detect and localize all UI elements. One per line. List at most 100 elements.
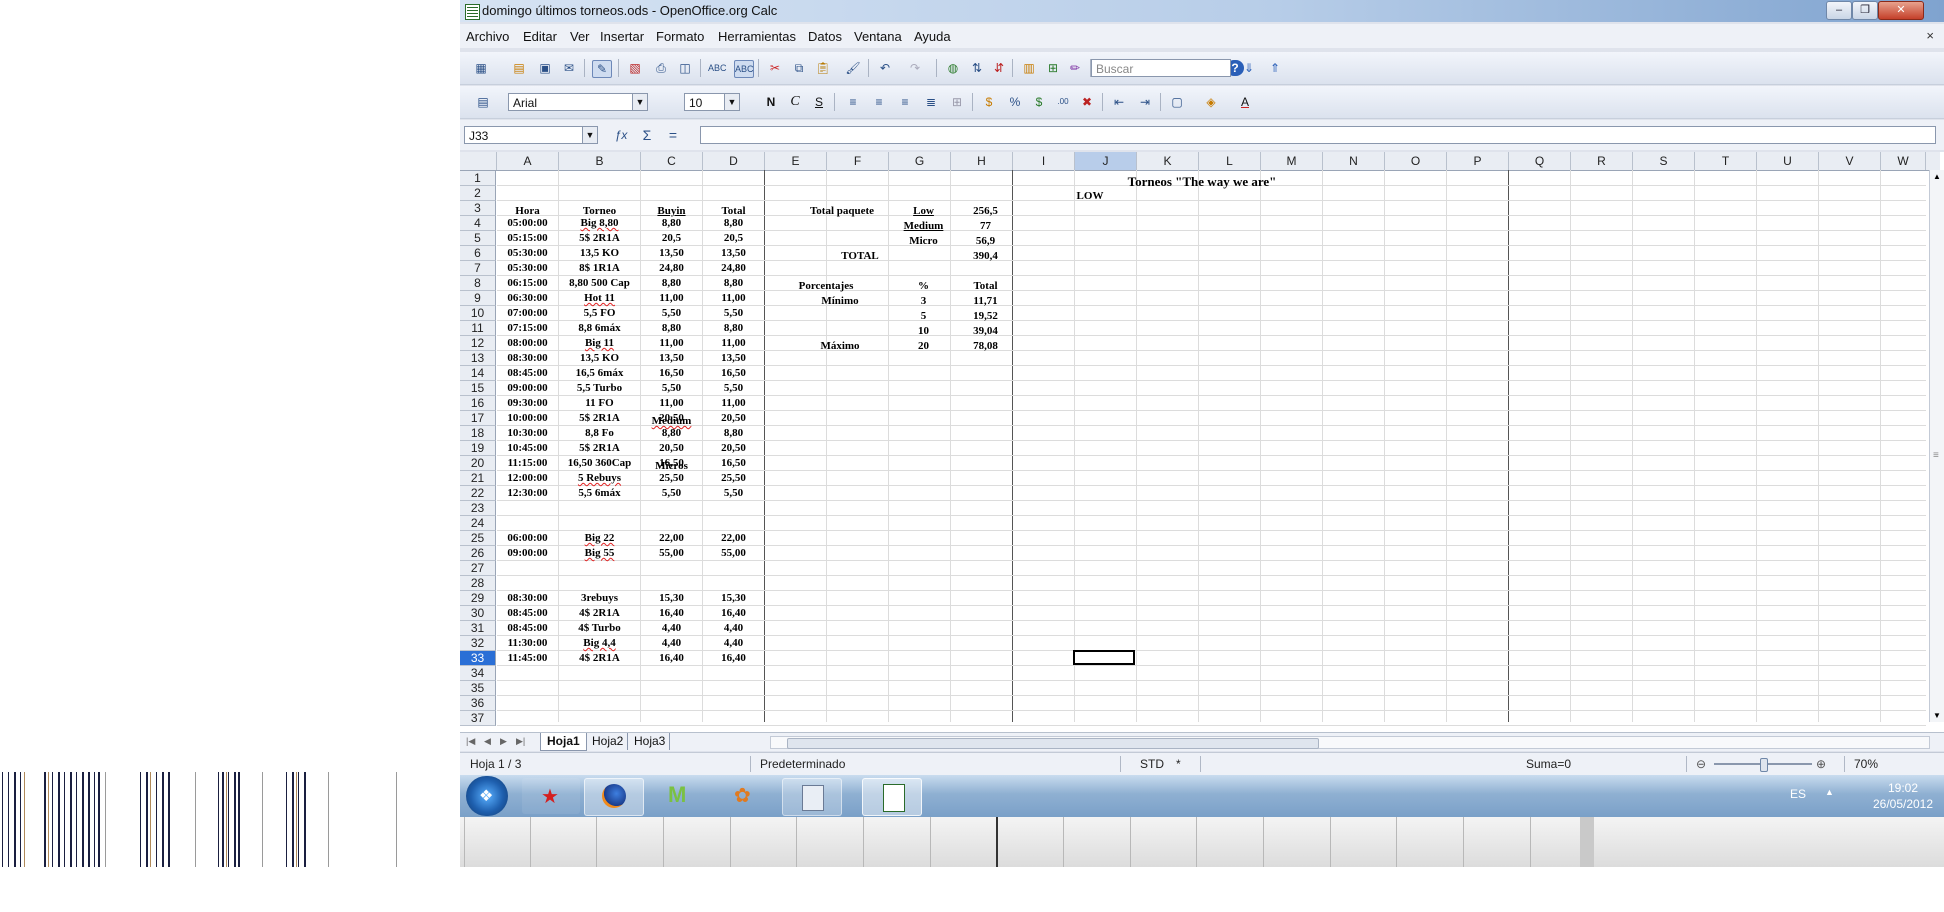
row-header-29[interactable]: 29 (460, 591, 496, 606)
delete-decimal-icon[interactable]: ✖ (1078, 94, 1096, 110)
edit-file-icon[interactable]: ✎ (592, 60, 612, 78)
chart-icon[interactable]: ▥ (1020, 60, 1038, 76)
font-color-icon[interactable]: A (1236, 94, 1254, 110)
align-center-icon[interactable]: ≡ (870, 94, 888, 110)
open-icon[interactable]: ▤ (510, 60, 528, 76)
row-header-7[interactable]: 7 (460, 261, 496, 276)
column-header-s[interactable]: S (1633, 152, 1695, 170)
cell-torneo[interactable]: 8,80 500 Cap (559, 276, 640, 291)
first-sheet-icon[interactable]: |◀ (466, 733, 475, 750)
select-all-corner[interactable] (460, 152, 497, 170)
cell-total[interactable]: 20,50 (703, 411, 764, 426)
pct-value[interactable]: 3 (893, 294, 954, 309)
cell-torneo[interactable]: 11 FO (559, 396, 640, 411)
menu-ventana[interactable]: Ventana (854, 29, 902, 44)
pct-header[interactable]: % (893, 279, 954, 294)
cell-buyin[interactable]: 13,50 (641, 246, 702, 261)
cell-torneo[interactable]: 5$ 2R1A (559, 411, 640, 426)
next-sheet-icon[interactable]: ▶ (500, 733, 507, 750)
cell-total[interactable]: 4,40 (703, 621, 764, 636)
minimo-label[interactable]: Mínimo (800, 294, 880, 309)
export-pdf-icon[interactable]: ▧ (626, 60, 644, 76)
row-header-9[interactable]: 9 (460, 291, 496, 306)
cell-torneo[interactable]: 8,8 Fo (559, 426, 640, 441)
cell-buyin[interactable]: 20,50 (641, 441, 702, 456)
row-header-10[interactable]: 10 (460, 306, 496, 321)
row-header-5[interactable]: 5 (460, 231, 496, 246)
redo-icon[interactable]: ↷ (906, 60, 924, 76)
row-header-14[interactable]: 14 (460, 366, 496, 381)
clock-date[interactable]: 26/05/2012 (1856, 797, 1944, 811)
row-header-37[interactable]: 37 (460, 711, 496, 726)
cell-hora[interactable]: 05:15:00 (497, 231, 558, 246)
summary-total-label[interactable]: TOTAL (800, 249, 920, 264)
zoom-in-icon[interactable]: ⊕ (1816, 757, 1826, 771)
cell-hora[interactable]: 10:45:00 (497, 441, 558, 456)
cell-total[interactable]: 16,50 (703, 366, 764, 381)
cell-torneo[interactable]: Big 11 (559, 336, 640, 351)
column-header-c[interactable]: C (641, 152, 703, 170)
row-header-8[interactable]: 8 (460, 276, 496, 291)
cell-hora[interactable]: 07:00:00 (497, 306, 558, 321)
cell-total[interactable]: 13,50 (703, 351, 764, 366)
total-paquete-label[interactable]: Total paquete (782, 204, 902, 219)
cell-buyin[interactable]: 11,00 (641, 396, 702, 411)
cell-torneo[interactable]: Big 8,80 (559, 216, 640, 231)
cell-torneo[interactable]: Hot 11 (559, 291, 640, 306)
font-size-field[interactable]: 10 ▼ (684, 93, 740, 111)
summary-total-value[interactable]: 390,4 (955, 249, 1016, 264)
show-hidden-icons-icon[interactable]: ▲ (1825, 787, 1834, 797)
column-header-b[interactable]: B (559, 152, 641, 170)
menu-insertar[interactable]: Insertar (600, 29, 644, 44)
styles-icon[interactable]: ▤ (474, 94, 492, 110)
column-header-e[interactable]: E (765, 152, 827, 170)
cell-hora[interactable]: 08:00:00 (497, 336, 558, 351)
cell-torneo[interactable]: 5$ 2R1A (559, 441, 640, 456)
page-style[interactable]: Predeterminado (760, 757, 845, 771)
row-header-24[interactable]: 24 (460, 516, 496, 531)
cell-torneo[interactable]: 3rebuys (559, 591, 640, 606)
column-header-o[interactable]: O (1385, 152, 1447, 170)
cell-total[interactable]: 8,80 (703, 276, 764, 291)
paste-icon[interactable]: 📋︎ (814, 60, 832, 76)
row-header-19[interactable]: 19 (460, 441, 496, 456)
cell-hora[interactable]: 08:45:00 (497, 366, 558, 381)
selection-mode[interactable]: STD (1140, 757, 1164, 771)
sheet-title[interactable]: Torneos "The way we are" (1112, 174, 1292, 189)
underline-button[interactable]: S (810, 94, 828, 110)
cell-buyin[interactable]: 8,80 (641, 426, 702, 441)
column-header-p[interactable]: P (1447, 152, 1509, 170)
menu-formato[interactable]: Formato (656, 29, 704, 44)
row-header-20[interactable]: 20 (460, 456, 496, 471)
summary-low-value[interactable]: 256,5 (955, 204, 1016, 219)
cell-buyin[interactable]: 11,00 (641, 291, 702, 306)
cell-hora[interactable]: 11:30:00 (497, 636, 558, 651)
cell-total[interactable]: 22,00 (703, 531, 764, 546)
column-header-a[interactable]: A (497, 152, 559, 170)
summary-medium-label[interactable]: Medium (893, 219, 954, 234)
cell-total[interactable]: 5,50 (703, 381, 764, 396)
taskbar-paint[interactable]: ✿ (716, 778, 774, 814)
menu-ver[interactable]: Ver (570, 29, 590, 44)
cell-buyin[interactable]: 16,50 (641, 366, 702, 381)
column-header-w[interactable]: W (1881, 152, 1926, 170)
start-button[interactable]: ❖ (466, 776, 508, 816)
cell-buyin[interactable]: 11,00 (641, 336, 702, 351)
pct-total[interactable]: 78,08 (955, 339, 1016, 354)
row-header-28[interactable]: 28 (460, 576, 496, 591)
cell-hora[interactable]: 05:30:00 (497, 261, 558, 276)
row-header-23[interactable]: 23 (460, 501, 496, 516)
cell-torneo[interactable]: 4$ Turbo (559, 621, 640, 636)
menu-editar[interactable]: Editar (523, 29, 557, 44)
cell-torneo[interactable]: 4$ 2R1A (559, 606, 640, 621)
cell-buyin[interactable]: 16,40 (641, 651, 702, 666)
standard-format-icon[interactable]: $ (1030, 94, 1048, 110)
row-header-21[interactable]: 21 (460, 471, 496, 486)
column-header-q[interactable]: Q (1509, 152, 1571, 170)
pct-value[interactable]: 5 (893, 309, 954, 324)
cell-total[interactable]: 5,50 (703, 306, 764, 321)
summary-medium-value[interactable]: 77 (955, 219, 1016, 234)
vertical-scrollbar[interactable]: ▲ ≡ ▼ (1929, 170, 1944, 722)
close-button[interactable]: ✕ (1878, 1, 1924, 20)
cell-hora[interactable]: 10:00:00 (497, 411, 558, 426)
